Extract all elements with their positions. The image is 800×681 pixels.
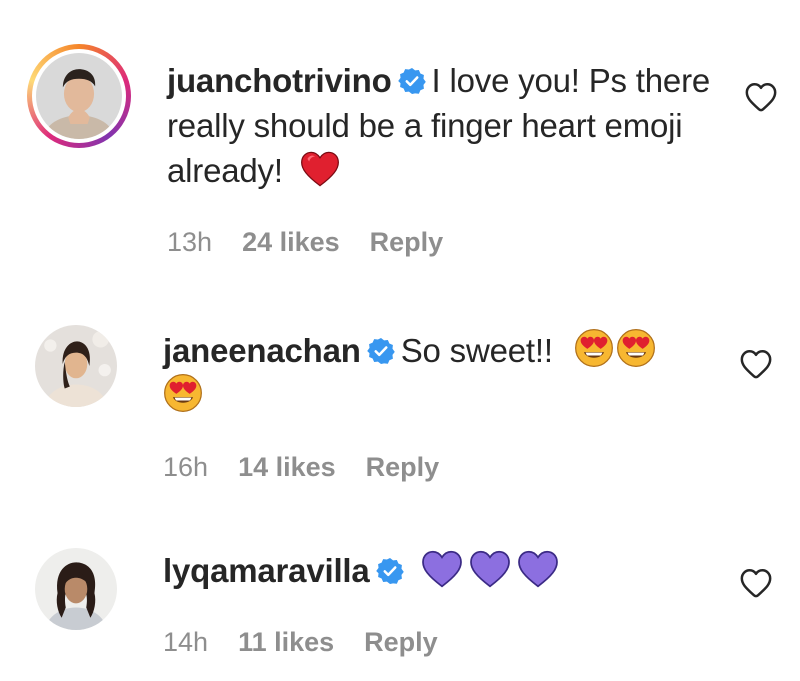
comment-item: juanchotrivino I love you! Ps there reall… [0,0,800,290]
heart-eyes-emoji-icon [574,328,614,368]
like-heart-icon[interactable] [738,566,774,600]
like-heart-icon[interactable] [743,80,779,114]
likes-count[interactable]: 24 likes [242,227,340,258]
verified-badge-icon [367,337,395,365]
comment-meta: 13h 24 likes Reply [167,227,473,258]
timestamp[interactable]: 13h [167,227,212,258]
comment-meta: 16h 14 likes Reply [163,452,469,483]
likes-count[interactable]: 14 likes [238,452,336,483]
avatar-image [35,548,117,630]
timestamp[interactable]: 14h [163,627,208,658]
avatar-image [36,53,122,139]
heart-eyes-emoji-icon [616,328,656,368]
reply-button[interactable]: Reply [366,452,440,483]
verified-badge-icon [376,557,404,585]
comment-text: juanchotrivino I love you! Ps there reall… [167,58,717,193]
comment-item: lyqamaravilla 14h 11 likes Reply [0,520,800,681]
purple-heart-emoji-icon [517,550,559,588]
comment-item: janeenachan So sweet!! 16h 14 likes Reply [0,300,800,500]
red-heart-emoji-icon [300,150,340,188]
reply-button[interactable]: Reply [364,627,438,658]
comment-meta: 14h 11 likes Reply [163,627,468,658]
avatar[interactable] [35,325,117,407]
username[interactable]: lyqamaravilla [163,552,370,589]
comment-body: So sweet!! [400,332,553,369]
avatar[interactable] [35,548,117,630]
verified-badge-icon [398,67,426,95]
comment-text: lyqamaravilla [163,548,703,593]
purple-heart-emoji-icon [421,550,463,588]
heart-eyes-emoji-icon [163,373,203,413]
purple-heart-emoji-icon [469,550,511,588]
like-heart-icon[interactable] [738,347,774,381]
timestamp[interactable]: 16h [163,452,208,483]
reply-button[interactable]: Reply [370,227,444,258]
likes-count[interactable]: 11 likes [238,627,334,658]
username[interactable]: janeenachan [163,332,361,369]
comment-text: janeenachan So sweet!! [163,328,703,418]
username[interactable]: juanchotrivino [167,62,392,99]
avatar-image [35,325,117,407]
avatar[interactable] [27,44,131,148]
